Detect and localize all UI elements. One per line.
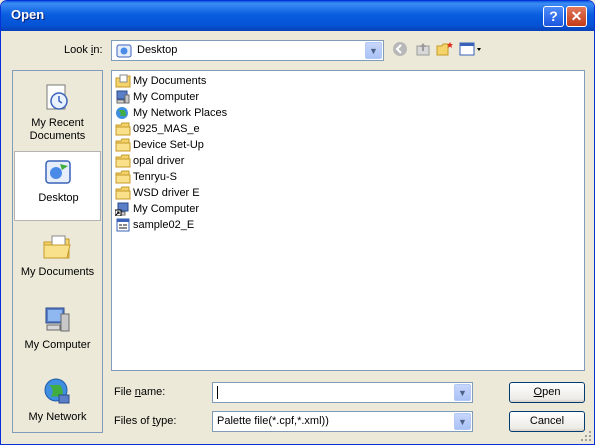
shortcut-computer-icon xyxy=(115,202,129,217)
look-in-value: Desktop xyxy=(137,44,178,56)
folder-icon xyxy=(115,170,131,184)
look-in-label: Look in: xyxy=(64,44,103,56)
views-menu-icon[interactable] xyxy=(458,41,486,60)
chevron-down-icon[interactable]: ▼ xyxy=(454,384,471,401)
file-name-input[interactable]: ▼ xyxy=(212,382,473,403)
place-recent-label: My Recent xyxy=(31,117,84,129)
chevron-down-icon[interactable]: ▼ xyxy=(454,413,471,430)
help-button[interactable]: ? xyxy=(543,6,564,27)
open-button[interactable]: Open xyxy=(509,382,585,403)
up-folder-icon[interactable] xyxy=(413,41,433,60)
text-cursor xyxy=(217,386,218,399)
network-places-icon xyxy=(116,107,128,120)
places-bar: My RecentDocuments Desktop My Documents xyxy=(12,70,103,433)
list-item[interactable]: WSD driver E xyxy=(115,185,200,201)
place-recent[interactable]: My Recent Documents xyxy=(14,77,101,147)
file-type-select[interactable]: Palette file(*.cpf,*.xml)) ▼ xyxy=(212,411,473,432)
dialog-title: Open xyxy=(11,7,45,22)
file-type-label: Files of type: xyxy=(114,415,177,427)
place-desktop-label: Desktop xyxy=(38,192,79,204)
list-item[interactable]: Device Set-Up xyxy=(115,137,204,153)
folder-icon xyxy=(115,154,131,168)
place-desktop[interactable]: Desktop xyxy=(14,151,101,221)
place-my-documents-label: My Documents xyxy=(20,266,95,278)
list-item[interactable]: My Computer xyxy=(115,201,199,217)
chevron-down-icon[interactable]: ▼ xyxy=(365,42,382,59)
list-item[interactable]: My Network Places xyxy=(115,105,227,121)
place-my-network[interactable]: My Network xyxy=(14,371,101,441)
folder-icon xyxy=(115,122,131,136)
list-item[interactable]: opal driver xyxy=(115,153,184,169)
new-folder-icon[interactable] xyxy=(435,41,455,60)
file-icon xyxy=(116,218,130,232)
my-computer-icon xyxy=(116,90,130,104)
close-button[interactable]: ✕ xyxy=(566,6,587,27)
my-computer-icon xyxy=(45,307,70,332)
place-my-documents[interactable]: My Documents xyxy=(14,226,101,296)
folder-icon xyxy=(115,138,131,152)
my-documents-icon xyxy=(43,235,71,259)
list-item[interactable]: Tenryu-S xyxy=(115,169,177,185)
back-icon[interactable] xyxy=(390,41,410,60)
title-bar[interactable]: Open ? ✕ xyxy=(1,1,594,31)
desktop-icon xyxy=(116,44,132,58)
cancel-button[interactable]: Cancel xyxy=(509,411,585,432)
list-item[interactable]: My Documents xyxy=(115,73,206,89)
place-my-computer[interactable]: My Computer xyxy=(14,299,101,369)
list-item[interactable]: 0925_MAS_e xyxy=(115,121,200,137)
open-dialog: Open ? ✕ Look in: Desktop ▼ My Recent Doc… xyxy=(0,0,595,445)
file-name-label: File name: xyxy=(114,386,166,398)
folder-icon xyxy=(115,186,131,200)
file-list[interactable]: My Documents My Computer My Network Plac… xyxy=(111,70,585,371)
place-my-network-label: My Network xyxy=(28,411,87,423)
file-type-value: Palette file(*.cpf,*.xml)) xyxy=(217,415,329,427)
list-item[interactable]: My Computer xyxy=(115,89,199,105)
place-my-computer-label: My Computer xyxy=(24,339,91,351)
recent-documents-icon xyxy=(46,84,68,110)
my-documents-icon xyxy=(115,74,131,88)
list-item[interactable]: sample02_E xyxy=(115,217,194,233)
look-in-combo[interactable]: Desktop ▼ xyxy=(111,40,384,61)
my-network-icon xyxy=(44,378,70,404)
resize-grip-icon[interactable] xyxy=(580,430,592,442)
place-recent-label-2: Documents xyxy=(29,130,86,142)
desktop-icon xyxy=(45,160,71,184)
